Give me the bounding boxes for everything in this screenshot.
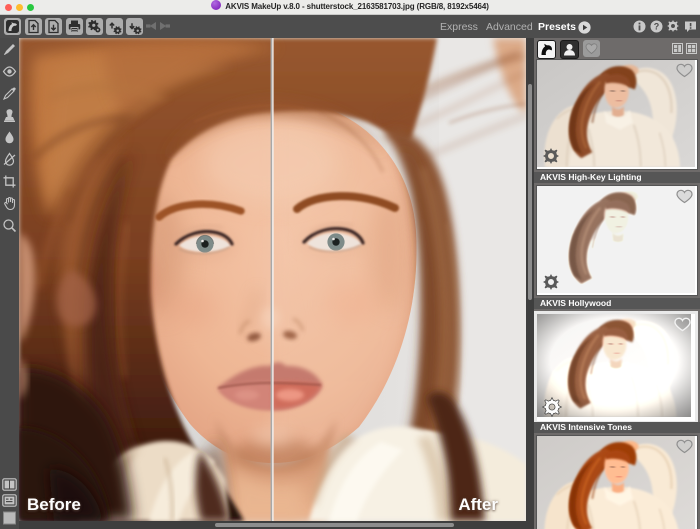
- svg-text:?: ?: [654, 22, 660, 32]
